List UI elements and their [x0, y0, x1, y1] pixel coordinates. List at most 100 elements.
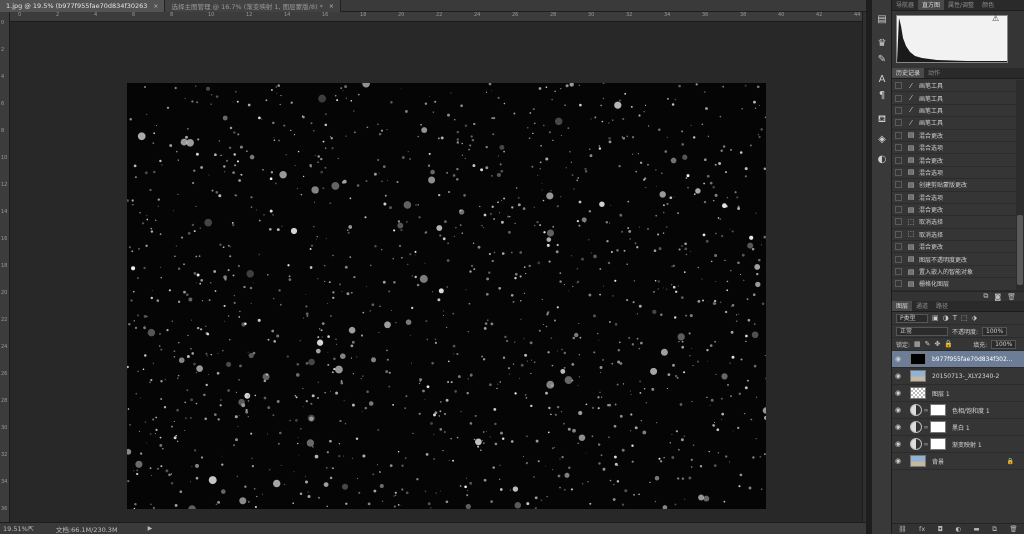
character-panel-icon[interactable]: A: [876, 74, 888, 86]
layer-name[interactable]: 渐变映射 1: [952, 440, 982, 449]
panel-tab[interactable]: 通道: [912, 301, 932, 311]
fill-input[interactable]: 100%: [991, 339, 1017, 349]
history-item[interactable]: ▤ 混合更改: [892, 204, 1016, 217]
lock-all-icon[interactable]: 🔒: [944, 340, 953, 348]
history-item[interactable]: ▤ 栅格化图层: [892, 278, 1016, 291]
document-tab[interactable]: 1.jpg @ 19.5% (b977f955fae70d834f30263 ×: [0, 0, 166, 12]
history-checkbox[interactable]: [895, 255, 902, 263]
history-checkbox[interactable]: [895, 144, 902, 152]
visibility-eye-icon[interactable]: ◉: [892, 372, 904, 380]
panel-tab[interactable]: 直方图: [918, 0, 945, 10]
canvas-area[interactable]: [11, 23, 866, 522]
lock-pixels-icon[interactable]: ✎: [925, 340, 931, 348]
adjustment-layer-icon[interactable]: ◐: [955, 525, 961, 533]
layer-name[interactable]: 20150713-_XLY2340-2: [932, 373, 999, 380]
layer-style-icon[interactable]: fx: [919, 525, 925, 533]
layer-row[interactable]: ◉ b977f955fae70d834f302...: [892, 351, 1024, 368]
history-checkbox[interactable]: [895, 94, 902, 102]
horizontal-ruler[interactable]: 0 2 4 6 8 10 12 14 16 18 20 22 24 26 28 30 32 34 36 38 40 42 4…: [10, 12, 866, 22]
mask-link-icon[interactable]: ∞: [923, 424, 929, 431]
layer-mask-thumbnail[interactable]: [930, 404, 946, 416]
history-checkbox[interactable]: [895, 131, 902, 139]
history-item[interactable]: ▤ 混合选项: [892, 142, 1016, 155]
layer-row[interactable]: ◉ 图层 1: [892, 385, 1024, 402]
layer-mask-thumbnail[interactable]: [930, 421, 946, 433]
brush-presets-icon[interactable]: ♛: [876, 38, 888, 50]
mask-link-icon[interactable]: ∞: [923, 441, 929, 448]
pixel-filter-icon[interactable]: ▣: [932, 314, 939, 322]
close-tab-icon[interactable]: ×: [329, 3, 334, 10]
history-panel-icon[interactable]: ▤: [876, 14, 888, 26]
layer-row[interactable]: ◉ 背景 🔒: [892, 453, 1024, 470]
history-item[interactable]: ▤ 混合选项: [892, 192, 1016, 204]
history-item[interactable]: ⁄ 画笔工具: [892, 105, 1016, 118]
history-item[interactable]: ▤ 混合更改: [892, 154, 1016, 167]
document-canvas[interactable]: [127, 83, 766, 509]
layer-row[interactable]: ◉ 20150713-_XLY2340-2: [892, 368, 1024, 385]
link-layers-icon[interactable]: ⛓: [898, 525, 906, 533]
status-menu-arrow-icon[interactable]: ▶: [148, 525, 153, 532]
clone-source-icon[interactable]: ⛾: [876, 114, 888, 126]
history-item[interactable]: ▤ 创建剪贴蒙版更改: [892, 179, 1016, 192]
history-scroll-thumb[interactable]: [1017, 215, 1023, 285]
snapshot-icon[interactable]: ◙: [994, 293, 1001, 301]
mask-link-icon[interactable]: ∞: [923, 407, 929, 414]
blend-mode-select[interactable]: 正常: [896, 326, 948, 336]
document-tab[interactable]: 选择主图管理 @ 16.7% (渐变映射 1, 图层蒙版/8) * ×: [165, 0, 341, 12]
visibility-eye-icon[interactable]: ◉: [892, 440, 904, 448]
panel-tab[interactable]: 颜色: [978, 0, 998, 10]
history-checkbox[interactable]: [895, 206, 902, 214]
layer-name[interactable]: 黑白 1: [952, 423, 970, 432]
history-scrollbar[interactable]: [1016, 80, 1024, 291]
cache-warning-icon[interactable]: ⚠: [992, 14, 999, 23]
layer-name[interactable]: 图层 1: [932, 389, 950, 398]
layer-name[interactable]: b977f955fae70d834f302...: [932, 356, 1013, 363]
layer-row[interactable]: ◉ ∞ 色相/饱和度 1: [892, 402, 1024, 419]
opacity-input[interactable]: 100%: [982, 326, 1008, 336]
paragraph-panel-icon[interactable]: ¶: [876, 90, 888, 102]
visibility-eye-icon[interactable]: ◉: [892, 457, 904, 465]
trash-icon[interactable]: 🗑: [1007, 293, 1016, 301]
history-item[interactable]: ▤ 混合更改: [892, 241, 1016, 254]
zoom-level[interactable]: 19.51%: [0, 525, 28, 533]
history-item[interactable]: ▤ 置入嵌入的智能对象: [892, 266, 1016, 279]
brush-settings-icon[interactable]: ✎: [876, 54, 888, 66]
history-checkbox[interactable]: [895, 106, 902, 114]
history-checkbox[interactable]: [895, 168, 902, 176]
history-item[interactable]: ⁄ 画笔工具: [892, 80, 1016, 93]
panel-tab[interactable]: 动作: [924, 68, 944, 78]
history-item[interactable]: ⬚ 取消选择: [892, 216, 1016, 229]
swatches-icon[interactable]: ◐: [876, 154, 888, 166]
visibility-eye-icon[interactable]: ◉: [892, 355, 904, 363]
history-item[interactable]: ▤ 图层不透明度更改: [892, 253, 1016, 266]
smart-object-filter-icon[interactable]: ⬗: [972, 314, 977, 322]
history-item[interactable]: ⁄ 画笔工具: [892, 117, 1016, 130]
history-checkbox[interactable]: [895, 230, 902, 238]
layer-mask-thumbnail[interactable]: [930, 438, 946, 450]
visibility-eye-icon[interactable]: ◉: [892, 423, 904, 431]
3d-panel-icon[interactable]: ◈: [876, 134, 888, 146]
panel-tab[interactable]: 路径: [932, 301, 952, 311]
history-checkbox[interactable]: [895, 268, 902, 276]
history-checkbox[interactable]: [895, 218, 902, 226]
close-tab-icon[interactable]: ×: [153, 3, 158, 10]
vertical-ruler[interactable]: 0 2 4 6 8 10 12 14 16 18 20 22 24 26 28 30 32 34 36: [0, 12, 10, 522]
visibility-eye-icon[interactable]: ◉: [892, 389, 904, 397]
history-checkbox[interactable]: [895, 156, 902, 164]
history-checkbox[interactable]: [895, 280, 902, 288]
history-item[interactable]: ⬚ 取消选择: [892, 229, 1016, 242]
panel-tab[interactable]: 图层: [892, 301, 913, 311]
add-mask-icon[interactable]: ◘: [938, 525, 943, 533]
panel-tab[interactable]: 历史记录: [892, 68, 925, 78]
export-icon[interactable]: ⇱: [28, 525, 34, 533]
type-filter-icon[interactable]: T: [953, 314, 957, 322]
delete-layer-icon[interactable]: 🗑: [1009, 525, 1017, 533]
history-checkbox[interactable]: [895, 193, 902, 201]
history-item[interactable]: ⁄ 画笔工具: [892, 92, 1016, 105]
layer-name[interactable]: 色相/饱和度 1: [952, 406, 990, 415]
lock-position-icon[interactable]: ✥: [935, 340, 941, 348]
history-checkbox[interactable]: [895, 181, 902, 189]
history-checkbox[interactable]: [895, 119, 902, 127]
history-item[interactable]: ▤ 混合选项: [892, 167, 1016, 180]
layer-filter-select[interactable]: P类型: [896, 313, 928, 323]
